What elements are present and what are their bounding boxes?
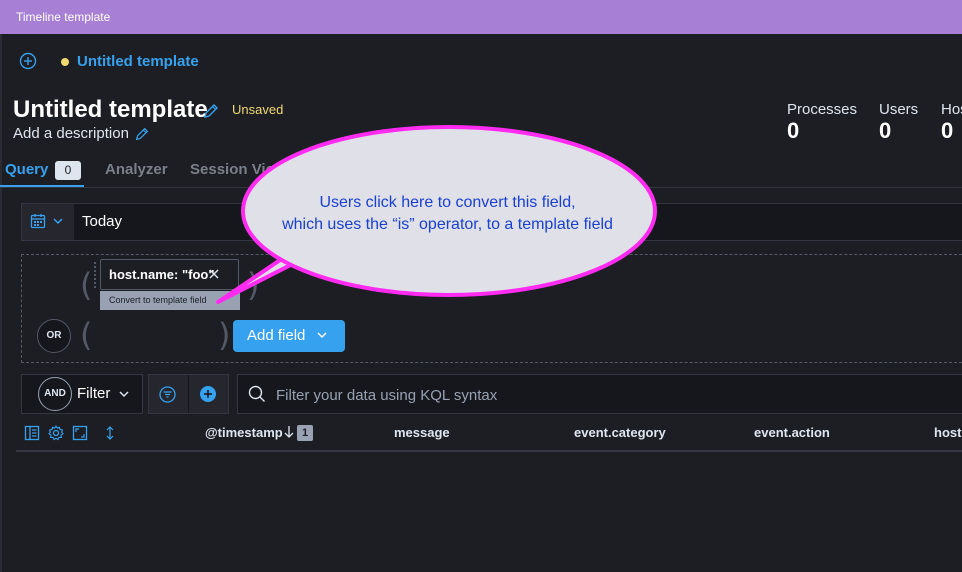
tab-session-view[interactable]: Session View: [190, 161, 286, 178]
kql-search-input[interactable]: [274, 380, 958, 410]
column-header-event-action[interactable]: event.action: [754, 425, 830, 440]
column-header-timestamp[interactable]: @timestamp: [205, 425, 283, 440]
sort-descending-icon[interactable]: [283, 425, 295, 439]
column-header-message[interactable]: message: [394, 425, 450, 440]
stat-users-label: Users: [879, 101, 919, 118]
field-chip-label[interactable]: host.name: "foo": [109, 267, 215, 282]
add-field-button[interactable]: Add field: [233, 320, 345, 352]
date-range-text[interactable]: Today: [82, 213, 122, 230]
template-tab-link[interactable]: Untitled template: [77, 53, 199, 70]
annotation-line-2: which uses the “is” operator, to a templ…: [282, 216, 613, 233]
add-filter-icon[interactable]: [199, 385, 217, 403]
frame-edge: [0, 34, 2, 572]
open-paren-2: (: [80, 316, 93, 354]
unsaved-dot-icon: [61, 58, 69, 66]
add-tab-icon[interactable]: [19, 52, 37, 70]
query-count-badge: 0: [55, 161, 81, 180]
annotation-text: Users click here to convert this field, …: [240, 192, 655, 236]
sort-fields-icon[interactable]: [102, 425, 118, 441]
chevron-down-icon: [53, 218, 63, 225]
column-header-event-category[interactable]: event.category: [574, 425, 666, 440]
gear-icon[interactable]: [48, 425, 64, 441]
fullscreen-icon[interactable]: [72, 425, 88, 441]
stat-users-value: 0: [879, 118, 892, 143]
close-icon[interactable]: [207, 267, 221, 281]
table-header-border: [16, 450, 962, 452]
close-paren-2: ): [218, 316, 231, 354]
annotation-line-1: Users click here to convert this field,: [319, 194, 576, 211]
column-header-host[interactable]: host.: [934, 425, 962, 440]
chevron-down-icon: [317, 332, 327, 339]
description-placeholder[interactable]: Add a description: [13, 125, 129, 142]
stat-hosts-value: 0: [941, 118, 954, 143]
search-icon: [248, 385, 265, 402]
tooltip-text: Convert to template field: [109, 295, 207, 305]
sort-order-badge: 1: [297, 425, 313, 441]
window-title: Timeline template: [16, 10, 111, 24]
and-badge: AND: [38, 377, 72, 411]
tab-analyzer[interactable]: Analyzer: [105, 161, 168, 178]
filter-icon[interactable]: [159, 386, 176, 403]
close-paren: ): [247, 266, 260, 304]
field-browser-icon[interactable]: [24, 425, 40, 441]
stat-hosts-label: Hos: [941, 101, 962, 118]
edit-description-pencil-icon[interactable]: [134, 126, 150, 142]
convert-template-tooltip[interactable]: Convert to template field: [100, 291, 240, 310]
stat-processes-label: Processes: [787, 101, 858, 118]
add-field-label: Add field: [247, 327, 306, 344]
open-paren: (: [80, 266, 93, 304]
window-titlebar: Timeline template: [0, 0, 962, 34]
tabs-divider: [0, 187, 962, 188]
edit-title-pencil-icon[interactable]: [202, 102, 220, 120]
page-title: Untitled template: [13, 96, 208, 123]
stat-processes-value: 0: [787, 118, 800, 143]
or-badge: OR: [37, 319, 71, 353]
filter-dropdown-label[interactable]: Filter: [77, 385, 110, 402]
unsaved-badge: Unsaved: [232, 102, 284, 117]
calendar-icon: [30, 214, 46, 229]
tab-query[interactable]: Query: [5, 161, 48, 178]
divider: [188, 375, 189, 413]
chevron-down-icon: [119, 391, 129, 398]
